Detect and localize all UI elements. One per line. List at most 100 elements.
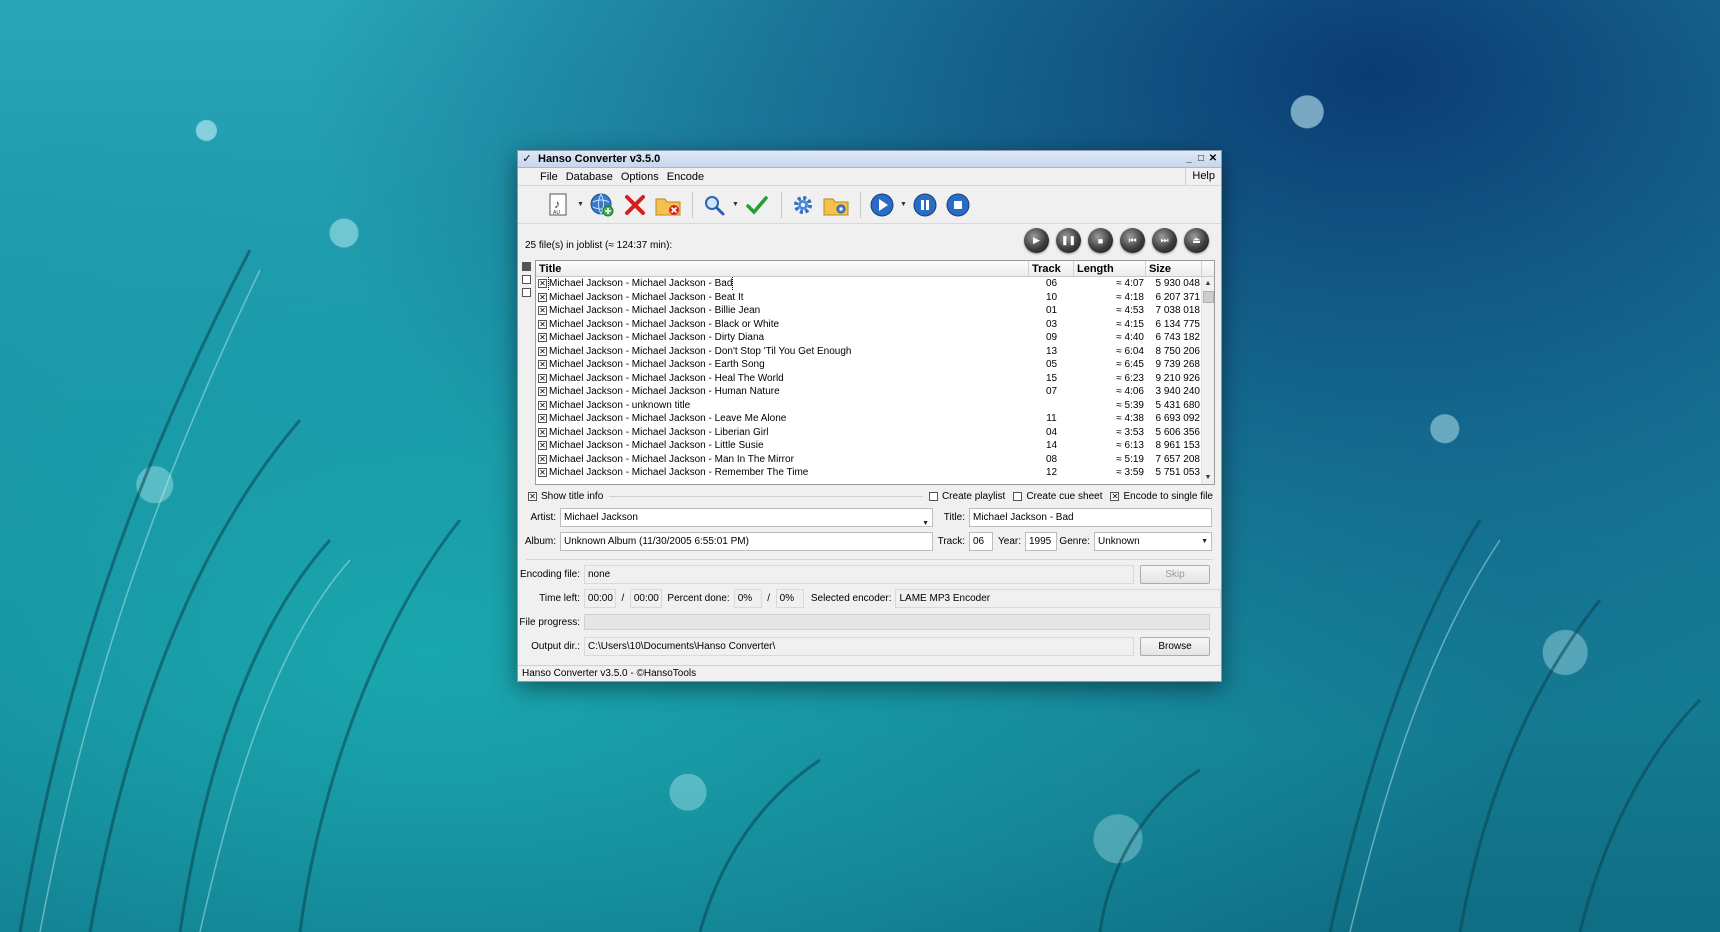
create-playlist-checkbox[interactable] — [928, 491, 938, 501]
options-row: ✕ Show title info Create playlist Create… — [518, 487, 1221, 505]
track-checkbox[interactable]: ✕ — [538, 306, 547, 316]
track-field[interactable]: 06 — [969, 531, 993, 551]
output-dir-field[interactable]: C:\Users\10\Documents\Hanso Converter\ — [584, 636, 1134, 656]
column-header-size[interactable]: Size — [1146, 261, 1202, 276]
delete-icon[interactable] — [620, 190, 650, 220]
track-title-cell: ✕ Michael Jackson - Michael Jackson - Hea… — [536, 372, 1029, 386]
joblist-area: Title Track Length Size ✕ Michael Jackson… — [518, 260, 1221, 487]
table-row[interactable]: ✕ Michael Jackson - Michael Jackson - Lea… — [536, 412, 1214, 426]
artist-dropdown-icon[interactable]: ▼ — [922, 515, 929, 526]
track-checkbox[interactable]: ✕ — [538, 441, 547, 451]
close-button[interactable]: ✕ — [1208, 153, 1218, 165]
track-checkbox[interactable]: ✕ — [538, 292, 547, 302]
menu-options[interactable]: Options — [621, 171, 659, 183]
restore-button[interactable]: □ — [1196, 153, 1206, 165]
player-play-icon[interactable]: ▶ — [1024, 228, 1049, 253]
create-playlist-option[interactable]: Create playlist — [928, 491, 1005, 502]
track-checkbox[interactable]: ✕ — [538, 427, 547, 437]
search-dropdown-icon[interactable]: ▼ — [732, 201, 739, 208]
menu-database[interactable]: Database — [566, 171, 613, 183]
show-title-info-option[interactable]: ✕ Show title info — [528, 491, 603, 502]
table-row[interactable]: ✕ Michael Jackson - Michael Jackson - Rem… — [536, 466, 1214, 480]
create-cue-sheet-checkbox[interactable] — [1013, 491, 1023, 501]
search-icon[interactable] — [699, 190, 729, 220]
table-row[interactable]: ✕ Michael Jackson - Michael Jackson - Ear… — [536, 358, 1214, 372]
app-icon[interactable]: ✓ — [520, 152, 534, 166]
output-folder-icon[interactable] — [821, 190, 851, 220]
table-row[interactable]: ✕ Michael Jackson - Michael Jackson - Bil… — [536, 304, 1214, 318]
scroll-thumb[interactable] — [1203, 291, 1214, 303]
pause-icon[interactable] — [910, 190, 940, 220]
menu-help[interactable]: Help — [1185, 168, 1221, 185]
check-icon[interactable] — [742, 190, 772, 220]
stop-icon[interactable] — [943, 190, 973, 220]
column-header-title[interactable]: Title — [536, 261, 1029, 276]
invert-selection-icon[interactable] — [522, 288, 531, 297]
title-field[interactable]: Michael Jackson - Bad — [969, 507, 1212, 527]
browse-button[interactable]: Browse — [1140, 636, 1210, 656]
create-cue-sheet-option[interactable]: Create cue sheet — [1013, 491, 1102, 502]
table-row[interactable]: ✕ Michael Jackson - Michael Jackson - Bad… — [536, 277, 1214, 291]
track-checkbox[interactable]: ✕ — [538, 400, 547, 410]
player-stop-icon[interactable]: ■ — [1088, 228, 1113, 253]
track-checkbox[interactable]: ✕ — [538, 279, 547, 289]
encode-single-file-option[interactable]: ✕ Encode to single file — [1110, 491, 1213, 502]
player-eject-icon[interactable]: ⏏ — [1184, 228, 1209, 253]
select-none-icon[interactable] — [522, 275, 531, 284]
add-music-icon[interactable]: ♪ AU — [544, 190, 574, 220]
remove-folder-icon[interactable] — [653, 190, 683, 220]
add-from-web-icon[interactable] — [587, 190, 617, 220]
player-pause-icon[interactable]: ❚❚ — [1056, 228, 1081, 253]
track-length: ≈ 6:13 — [1116, 440, 1144, 451]
joblist-table: Title Track Length Size ✕ Michael Jackson… — [535, 260, 1215, 485]
select-all-icon[interactable] — [522, 262, 531, 271]
settings-icon[interactable] — [788, 190, 818, 220]
scroll-up-icon[interactable]: ▲ — [1202, 277, 1214, 290]
table-row[interactable]: ✕ Michael Jackson - Michael Jackson - Bla… — [536, 318, 1214, 332]
table-row[interactable]: ✕ Michael Jackson - unknown title ≈ 5:39 5 … — [536, 399, 1214, 413]
menu-bar: File Database Options Encode Help — [518, 168, 1221, 186]
track-checkbox[interactable]: ✕ — [538, 333, 547, 343]
table-row[interactable]: ✕ Michael Jackson - Michael Jackson - Don… — [536, 345, 1214, 359]
selected-encoder-label: Selected encoder: — [810, 592, 892, 604]
menu-encode[interactable]: Encode — [667, 171, 704, 183]
table-row[interactable]: ✕ Michael Jackson - Michael Jackson - Lib… — [536, 426, 1214, 440]
track-checkbox[interactable]: ✕ — [538, 360, 547, 370]
column-header-length[interactable]: Length — [1074, 261, 1146, 276]
genre-dropdown-icon[interactable]: ▼ — [1201, 533, 1208, 550]
table-row[interactable]: ✕ Michael Jackson - Michael Jackson - Man… — [536, 453, 1214, 467]
track-checkbox[interactable]: ✕ — [538, 346, 547, 356]
percent-separator: / — [767, 592, 771, 604]
table-row[interactable]: ✕ Michael Jackson - Michael Jackson - Hea… — [536, 372, 1214, 386]
encode-dropdown-icon[interactable]: ▼ — [900, 201, 907, 208]
year-field[interactable]: 1995 — [1025, 531, 1057, 551]
track-length: ≈ 6:23 — [1116, 372, 1144, 384]
player-next-icon[interactable]: ⏭ — [1152, 228, 1177, 253]
column-header-track[interactable]: Track — [1029, 261, 1074, 276]
track-title: Michael Jackson - Michael Jackson - Leav… — [549, 413, 787, 424]
genre-select[interactable]: Unknown ▼ — [1094, 531, 1212, 551]
track-checkbox[interactable]: ✕ — [538, 414, 547, 424]
play-encode-icon[interactable] — [867, 190, 897, 220]
output-dir-label: Output dir.: — [531, 640, 580, 652]
skip-button[interactable]: Skip — [1140, 564, 1210, 584]
encode-single-file-checkbox[interactable]: ✕ — [1110, 491, 1120, 501]
track-checkbox[interactable]: ✕ — [538, 319, 547, 329]
track-checkbox[interactable]: ✕ — [538, 387, 547, 397]
vertical-scrollbar[interactable]: ▲ ▼ — [1201, 277, 1214, 484]
track-checkbox[interactable]: ✕ — [538, 373, 547, 383]
track-checkbox[interactable]: ✕ — [538, 454, 547, 464]
artist-combo[interactable]: Michael Jackson ▼ — [560, 507, 933, 527]
minimize-button[interactable]: _ — [1184, 153, 1194, 165]
add-music-dropdown-icon[interactable]: ▼ — [577, 201, 584, 208]
table-row[interactable]: ✕ Michael Jackson - Michael Jackson - Lit… — [536, 439, 1214, 453]
menu-file[interactable]: File — [540, 171, 558, 183]
table-row[interactable]: ✕ Michael Jackson - Michael Jackson - Bea… — [536, 291, 1214, 305]
track-checkbox[interactable]: ✕ — [538, 468, 547, 478]
table-row[interactable]: ✕ Michael Jackson - Michael Jackson - Dir… — [536, 331, 1214, 345]
scroll-down-icon[interactable]: ▼ — [1202, 471, 1214, 484]
table-row[interactable]: ✕ Michael Jackson - Michael Jackson - Hum… — [536, 385, 1214, 399]
player-previous-icon[interactable]: ⏮ — [1120, 228, 1145, 253]
album-field[interactable]: Unknown Album (11/30/2005 6:55:01 PM) — [560, 531, 933, 551]
show-title-info-checkbox[interactable]: ✕ — [528, 491, 537, 501]
